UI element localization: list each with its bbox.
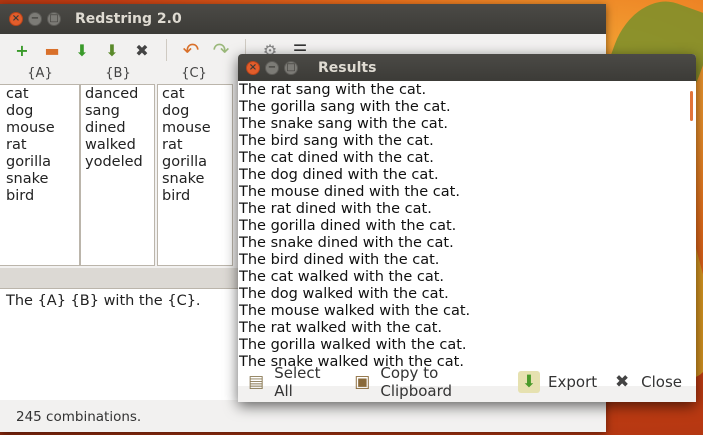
status-text: 245 combinations. [16,409,142,425]
close-icon: ✖ [615,372,630,392]
new-icon[interactable]: + [10,38,34,62]
result-line: The cat dined with the cat. [239,150,434,166]
close-label: Close [641,373,682,391]
list-item[interactable]: snake [6,171,75,188]
close-window-button[interactable]: × [246,60,260,75]
export-icon: ⬇ [518,371,541,393]
column-header-b: {B} [105,66,131,81]
result-line: The rat sang with the cat. [239,82,427,98]
list-item[interactable]: yodeled [85,154,150,171]
maximize-window-button[interactable]: □ [47,12,61,26]
list-item[interactable]: rat [6,137,75,154]
list-item[interactable]: dog [162,103,228,120]
list-item[interactable]: walked [85,137,150,154]
list-item[interactable]: cat [6,86,75,103]
list-item[interactable]: mouse [6,120,75,137]
result-line: The snake sang with the cat. [239,116,448,132]
result-line: The rat walked with the cat. [239,320,443,336]
list-item[interactable]: bird [162,188,228,205]
results-titlebar: × − □ Results [238,54,696,81]
list-item[interactable]: gorilla [6,154,75,171]
result-line: The gorilla dined with the cat. [239,218,457,234]
clipboard-icon: ▣ [354,372,371,392]
copy-label: Copy to Clipboard [380,364,453,400]
status-bar: 245 combinations. [0,402,606,432]
minimize-window-button[interactable]: − [265,60,279,75]
redo-icon[interactable]: ↷ [209,38,233,62]
open-icon[interactable]: ▬ [40,38,64,62]
dialog-title: Results [318,59,377,76]
result-line: The gorilla sang with the cat. [239,99,451,115]
list-column-b[interactable]: danced sang dined walked yodeled [80,84,155,266]
export-button[interactable]: ⬇ Export [518,371,597,393]
select-all-icon: ▤ [248,372,265,392]
list-item[interactable]: bird [6,188,75,205]
scrollbar-thumb[interactable] [690,91,693,121]
template-input[interactable]: The {A} {B} with the {C}. [0,288,240,400]
list-item[interactable]: cat [162,86,228,103]
main-titlebar: × − □ Redstring 2.0 [0,4,606,34]
export-icon[interactable]: ⬇ [100,38,124,62]
toolbar-separator [166,39,167,61]
save-icon[interactable]: ⬇ [70,38,94,62]
results-dialog: × − □ Results The rat sang with the cat.… [238,54,696,402]
maximize-window-button[interactable]: □ [284,60,298,75]
list-item[interactable]: rat [162,137,228,154]
list-column-c[interactable]: cat dog mouse rat gorilla snake bird [157,84,233,266]
list-item[interactable]: danced [85,86,150,103]
undo-icon[interactable]: ↶ [179,38,203,62]
list-item[interactable]: snake [162,171,228,188]
pane-divider[interactable] [0,268,240,288]
list-item[interactable]: mouse [162,120,228,137]
select-all-button[interactable]: ▤ Select All [246,364,338,400]
results-action-bar: ▤ Select All ▣ Copy to Clipboard ⬇ Expor… [238,363,696,401]
list-item[interactable]: dog [6,103,75,120]
select-all-label: Select All [274,364,321,400]
result-line: The mouse walked with the cat. [239,303,471,319]
window-title: Redstring 2.0 [75,11,182,27]
list-item[interactable]: sang [85,103,150,120]
export-label: Export [548,373,598,391]
result-line: The gorilla walked with the cat. [239,337,467,353]
copy-to-clipboard-button[interactable]: ▣ Copy to Clipboard [352,364,504,400]
list-item[interactable]: gorilla [162,154,228,171]
result-line: The dog walked with the cat. [239,286,449,302]
result-line: The bird dined with the cat. [239,252,440,268]
result-line: The dog dined with the cat. [239,167,439,183]
result-line: The bird sang with the cat. [239,133,434,149]
close-button[interactable]: ✖ Close [611,371,682,393]
result-line: The snake dined with the cat. [239,235,454,251]
close-window-button[interactable]: × [9,12,23,26]
list-column-a[interactable]: cat dog mouse rat gorilla snake bird [0,84,80,266]
column-header-c: {C} [181,66,207,81]
list-item[interactable]: dined [85,120,150,137]
result-line: The cat walked with the cat. [239,269,445,285]
results-text-view[interactable]: The rat sang with the cat. The gorilla s… [238,81,696,386]
result-line: The rat dined with the cat. [239,201,432,217]
delete-icon[interactable]: ✖ [130,38,154,62]
column-header-a: {A} [27,66,53,81]
minimize-window-button[interactable]: − [28,12,42,26]
result-line: The mouse dined with the cat. [239,184,460,200]
